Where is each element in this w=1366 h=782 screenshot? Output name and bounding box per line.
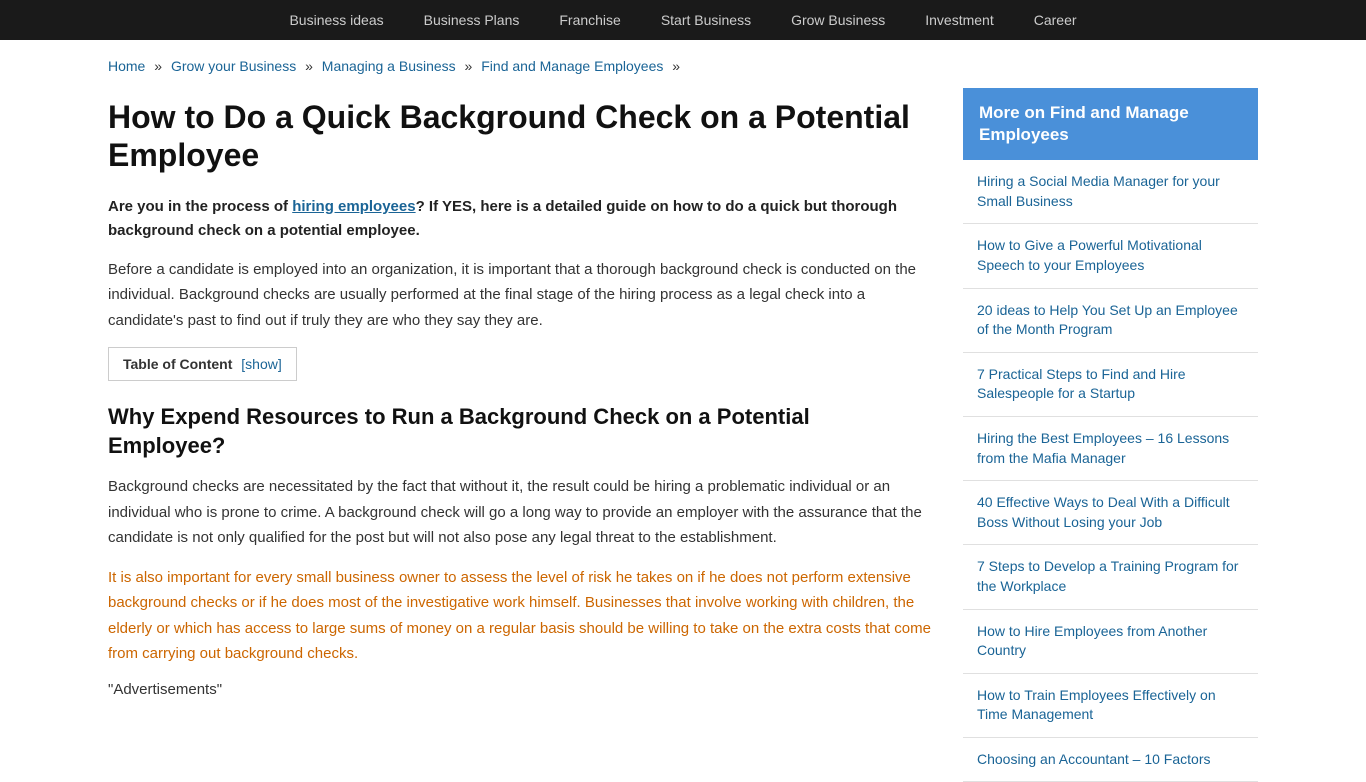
breadcrumb: Home » Grow your Business » Managing a B… bbox=[108, 40, 1258, 88]
sidebar-link-item: 7 Practical Steps to Find and Hire Sales… bbox=[963, 353, 1258, 417]
sidebar-link[interactable]: How to Train Employees Effectively on Ti… bbox=[977, 687, 1216, 723]
sidebar-link[interactable]: Choosing an Accountant – 10 Factors bbox=[977, 751, 1210, 767]
main-article: How to Do a Quick Background Check on a … bbox=[108, 88, 933, 698]
table-of-content: Table of Content [show] bbox=[108, 347, 297, 381]
nav-link[interactable]: Franchise bbox=[539, 0, 640, 40]
article-title: How to Do a Quick Background Check on a … bbox=[108, 98, 933, 175]
sidebar-link-item: Choosing an Accountant – 10 Factors bbox=[963, 738, 1258, 782]
sidebar-link[interactable]: 20 ideas to Help You Set Up an Employee … bbox=[977, 302, 1238, 338]
toc-label: Table of Content bbox=[123, 356, 232, 372]
nav-item: Grow Business bbox=[771, 0, 905, 40]
hiring-employees-link[interactable]: hiring employees bbox=[292, 198, 415, 215]
breadcrumb-separator: » bbox=[301, 58, 317, 74]
nav-item: Start Business bbox=[641, 0, 771, 40]
sidebar-link[interactable]: Hiring a Social Media Manager for your S… bbox=[977, 173, 1220, 209]
intro-paragraph: Are you in the process of hiring employe… bbox=[108, 195, 933, 243]
nav-link[interactable]: Grow Business bbox=[771, 0, 905, 40]
sidebar-link-item: How to Give a Powerful Motivational Spee… bbox=[963, 224, 1258, 288]
nav-link[interactable]: Business Plans bbox=[404, 0, 540, 40]
breadcrumb-link[interactable]: Grow your Business bbox=[171, 58, 296, 74]
breadcrumb-link[interactable]: Find and Manage Employees bbox=[481, 58, 663, 74]
nav-item: Career bbox=[1014, 0, 1097, 40]
breadcrumb-link[interactable]: Managing a Business bbox=[322, 58, 456, 74]
breadcrumb-separator: » bbox=[461, 58, 477, 74]
body-paragraph-3: It is also important for every small bus… bbox=[108, 565, 933, 667]
sidebar-link[interactable]: 40 Effective Ways to Deal With a Difficu… bbox=[977, 494, 1230, 530]
nav-link[interactable]: Career bbox=[1014, 0, 1097, 40]
sidebar-link-item: 20 ideas to Help You Set Up an Employee … bbox=[963, 289, 1258, 353]
sidebar-link[interactable]: 7 Steps to Develop a Training Program fo… bbox=[977, 558, 1238, 594]
advertisements-text: "Advertisements" bbox=[108, 681, 933, 698]
breadcrumb-separator: » bbox=[668, 58, 680, 74]
sidebar-link-item: 7 Steps to Develop a Training Program fo… bbox=[963, 545, 1258, 609]
sidebar-link-item: Hiring a Social Media Manager for your S… bbox=[963, 160, 1258, 224]
toc-show-link[interactable]: [show] bbox=[241, 356, 281, 372]
nav-list: Business ideasBusiness PlansFranchiseSta… bbox=[20, 0, 1346, 40]
nav-item: Business Plans bbox=[404, 0, 540, 40]
sidebar: More on Find and Manage Employees Hiring… bbox=[963, 88, 1258, 782]
sidebar-link-item: Hiring the Best Employees – 16 Lessons f… bbox=[963, 417, 1258, 481]
body-paragraph-2: Background checks are necessitated by th… bbox=[108, 474, 933, 551]
sidebar-link[interactable]: How to Give a Powerful Motivational Spee… bbox=[977, 237, 1202, 273]
breadcrumb-separator: » bbox=[150, 58, 166, 74]
nav-link[interactable]: Investment bbox=[905, 0, 1013, 40]
nav-link[interactable]: Start Business bbox=[641, 0, 771, 40]
section-heading: Why Expend Resources to Run a Background… bbox=[108, 403, 933, 460]
page-wrapper: Home » Grow your Business » Managing a B… bbox=[93, 40, 1273, 782]
sidebar-links: Hiring a Social Media Manager for your S… bbox=[963, 160, 1258, 782]
sidebar-link[interactable]: 7 Practical Steps to Find and Hire Sales… bbox=[977, 366, 1186, 402]
nav-item: Franchise bbox=[539, 0, 640, 40]
nav-item: Investment bbox=[905, 0, 1013, 40]
sidebar-link[interactable]: Hiring the Best Employees – 16 Lessons f… bbox=[977, 430, 1229, 466]
nav-link[interactable]: Business ideas bbox=[269, 0, 403, 40]
content-layout: How to Do a Quick Background Check on a … bbox=[108, 88, 1258, 782]
sidebar-link-item: 40 Effective Ways to Deal With a Difficu… bbox=[963, 481, 1258, 545]
sidebar-link[interactable]: How to Hire Employees from Another Count… bbox=[977, 623, 1207, 659]
intro-text-before: Are you in the process of bbox=[108, 198, 292, 215]
top-navigation: Business ideasBusiness PlansFranchiseSta… bbox=[0, 0, 1366, 40]
breadcrumb-link[interactable]: Home bbox=[108, 58, 145, 74]
sidebar-link-item: How to Train Employees Effectively on Ti… bbox=[963, 674, 1258, 738]
nav-item: Business ideas bbox=[269, 0, 403, 40]
body-paragraph-1: Before a candidate is employed into an o… bbox=[108, 257, 933, 334]
sidebar-header: More on Find and Manage Employees bbox=[963, 88, 1258, 160]
sidebar-link-item: How to Hire Employees from Another Count… bbox=[963, 610, 1258, 674]
